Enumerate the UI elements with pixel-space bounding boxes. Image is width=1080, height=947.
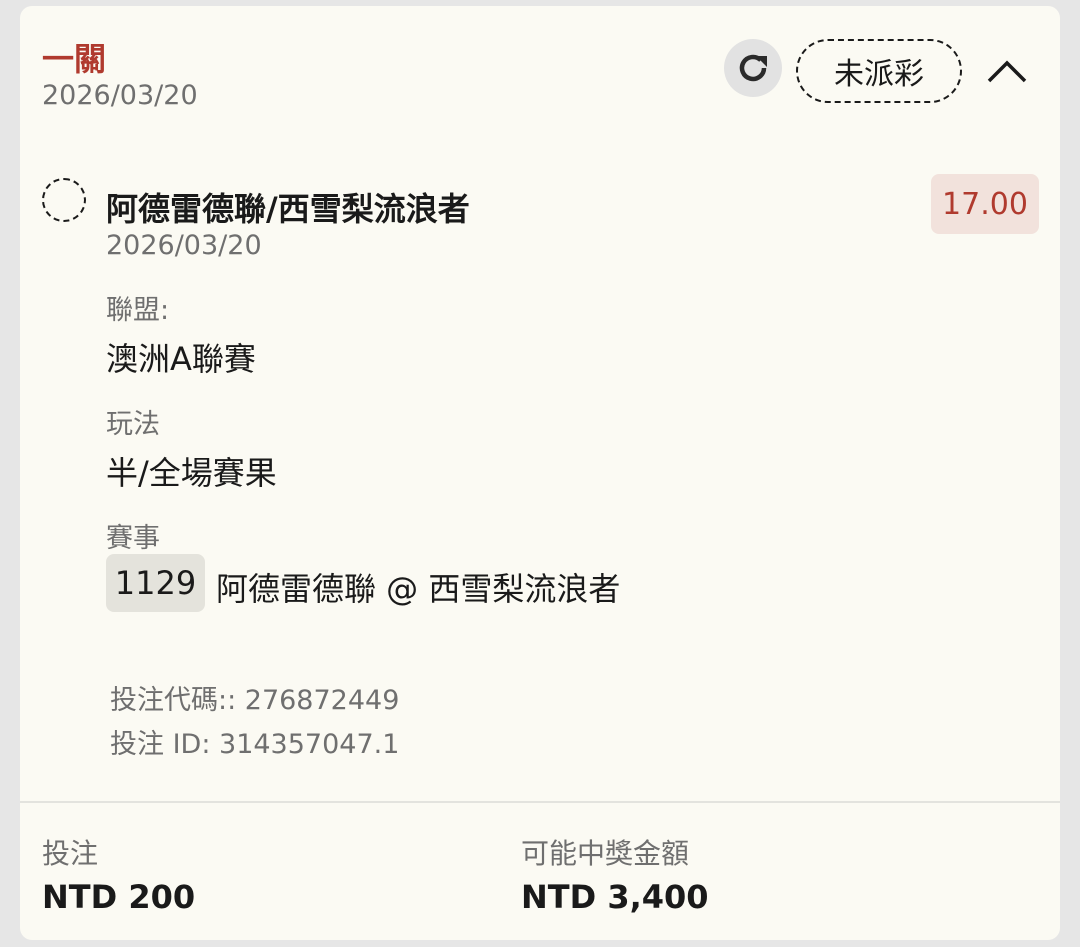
market-value: 半/全場賽果 — [106, 454, 277, 492]
bet-card: 一關 2026/03/20 未派彩 阿德雷德聯/西雪梨流浪者 2026/03/2… — [20, 6, 1060, 940]
bet-type-title: 一關 — [42, 40, 107, 78]
market-label: 玩法 — [106, 409, 160, 440]
match-title: 阿德雷德聯/西雪梨流浪者 — [106, 190, 470, 228]
bet-code: 投注代碼:: 276872449 — [110, 685, 400, 716]
event-number-badge: 1129 — [106, 554, 205, 612]
stake-value: NTD 200 — [42, 878, 196, 916]
refresh-icon — [739, 54, 767, 82]
payout-label: 可能中獎金額 — [521, 837, 690, 870]
event-teams: 阿德雷德聯 @ 西雪梨流浪者 — [216, 570, 621, 608]
event-label: 賽事 — [106, 523, 160, 554]
stake-label: 投注 — [42, 837, 99, 870]
odds-badge: 17.00 — [931, 174, 1039, 234]
league-value: 澳洲A聯賽 — [106, 340, 256, 378]
status-badge: 未派彩 — [796, 39, 962, 103]
divider — [20, 801, 1060, 803]
match-date: 2026/03/20 — [106, 230, 262, 261]
payout-value: NTD 3,400 — [521, 878, 709, 916]
bet-id: 投注 ID: 314357047.1 — [110, 729, 400, 760]
chevron-up-icon — [987, 60, 1027, 83]
collapse-button[interactable] — [982, 46, 1032, 96]
refresh-button[interactable] — [724, 39, 782, 97]
selection-status-icon — [42, 178, 86, 222]
bet-date: 2026/03/20 — [42, 80, 198, 111]
league-label: 聯盟: — [106, 295, 170, 326]
